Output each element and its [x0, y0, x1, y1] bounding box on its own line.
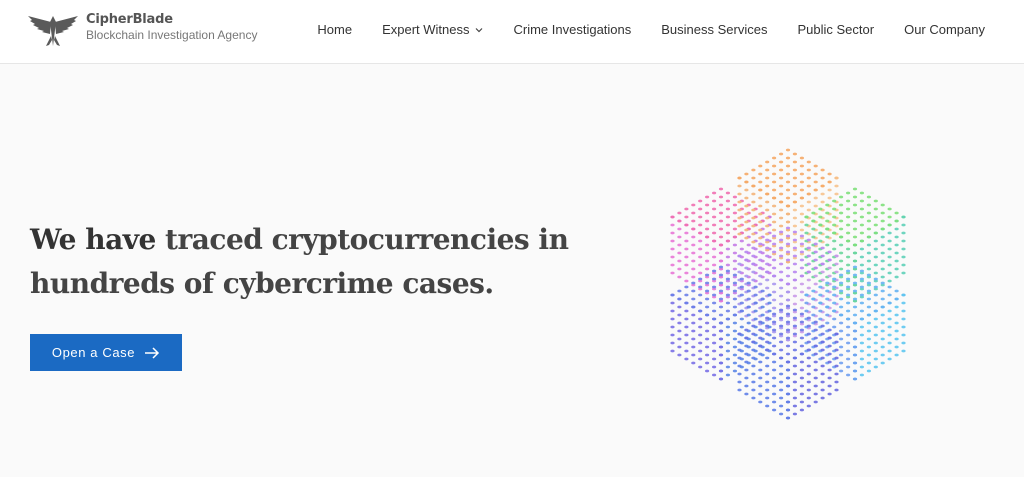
- nav-item-our-company[interactable]: Our Company: [904, 22, 985, 37]
- site-header: CipherBlade Blockchain Investigation Age…: [0, 0, 1024, 64]
- hero-title: We have traced cryptocurrencies in hundr…: [30, 218, 590, 306]
- nav-item-crime-investigations[interactable]: Crime Investigations: [513, 22, 631, 37]
- nav-item-home[interactable]: Home: [317, 22, 352, 37]
- nav-item-public-sector[interactable]: Public Sector: [797, 22, 874, 37]
- logo[interactable]: CipherBlade Blockchain Investigation Age…: [26, 12, 257, 48]
- nav-item-label: Home: [317, 22, 353, 37]
- nav-item-business-services[interactable]: Business Services: [661, 22, 767, 37]
- arrow-right-icon: [145, 346, 160, 359]
- dotted-cubes-illustration: [670, 148, 906, 420]
- phoenix-logo-icon: [28, 16, 78, 46]
- nav-item-expert-witness[interactable]: Expert Witness: [382, 22, 483, 37]
- chevron-down-icon: [476, 27, 483, 32]
- nav-item-label: Crime Investigations: [513, 22, 632, 37]
- nav-item-label: Expert Witness: [382, 22, 470, 37]
- open-a-case-button[interactable]: Open a Case: [30, 334, 182, 371]
- nav-item-label: Our Company: [904, 22, 985, 37]
- main-nav: Home Expert Witness Crime Investigations…: [317, 22, 985, 37]
- open-a-case-label: Open a Case: [51, 345, 136, 360]
- nav-item-label: Business Services: [661, 22, 768, 37]
- brand-name: CipherBlade: [86, 12, 173, 27]
- nav-item-label: Public Sector: [797, 22, 875, 37]
- brand-tagline: Blockchain Investigation Agency: [86, 28, 258, 42]
- hero-title-strong: We have: [30, 223, 156, 256]
